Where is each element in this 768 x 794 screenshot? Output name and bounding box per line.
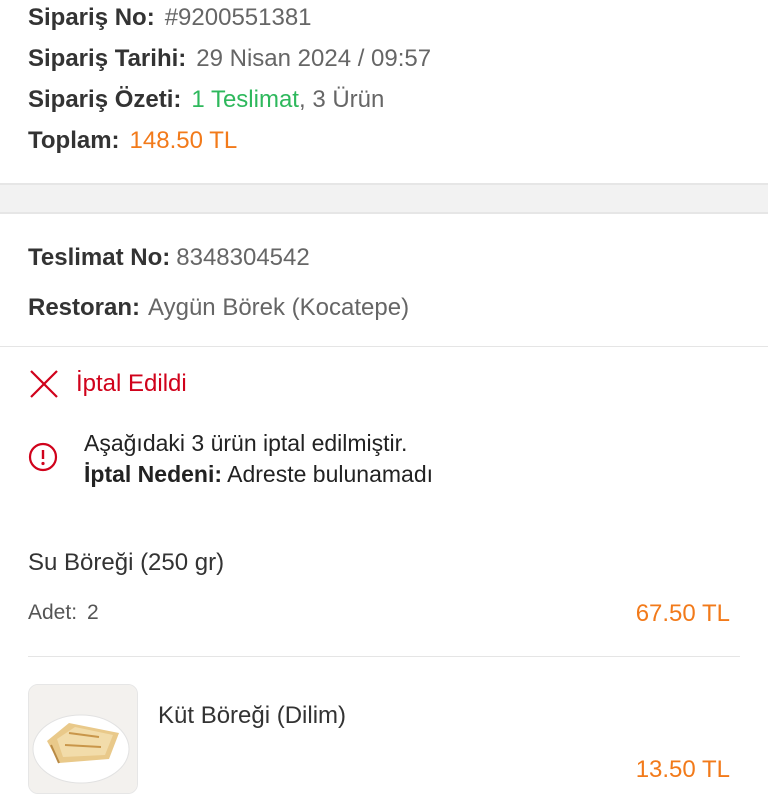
- item-name: Küt Böreği (Dilim): [158, 702, 347, 729]
- info-icon: [28, 442, 58, 472]
- cancel-info-text: Aşağıdaki 3 ürün iptal edilmiştir. İptal…: [84, 428, 433, 490]
- item-price: 13.50 TL: [635, 756, 730, 783]
- divider: [0, 346, 768, 347]
- order-date-value: 29 Nisan 2024 / 09:57: [196, 45, 432, 72]
- cancel-status-text: İptal Edildi: [76, 370, 187, 397]
- order-total-value: 148.50 TL: [129, 127, 238, 154]
- order-summary-label: Sipariş Özeti:: [28, 86, 182, 113]
- delivery-number-label: Teslimat No:: [28, 244, 171, 271]
- close-x-icon: [28, 368, 60, 400]
- order-summary-row: Sipariş Özeti: 1 Teslimat , 3 Ürün: [28, 86, 384, 114]
- item-name: Su Böreği (250 gr): [28, 549, 225, 576]
- order-date-row: Sipariş Tarihi: 29 Nisan 2024 / 09:57: [28, 45, 431, 73]
- cancel-reason: İptal Nedeni: Adreste bulunamadı: [84, 459, 433, 490]
- cancel-reason-value: Adreste bulunamadı: [227, 461, 433, 487]
- item-price: 67.50 TL: [635, 600, 730, 627]
- item-quantity-label: Adet:: [28, 601, 78, 624]
- order-number-row: Sipariş No: #9200551381: [28, 4, 312, 32]
- order-number-value: #9200551381: [164, 4, 312, 31]
- restaurant-row[interactable]: Restoran: Aygün Börek (Kocatepe): [28, 294, 409, 322]
- restaurant-value[interactable]: Aygün Börek (Kocatepe): [148, 294, 409, 322]
- cancel-status: İptal Edildi: [28, 368, 187, 400]
- order-total-label: Toplam:: [28, 127, 120, 154]
- cancel-reason-label: İptal Nedeni:: [84, 461, 223, 487]
- restaurant-label: Restoran:: [28, 294, 141, 321]
- item-quantity: Adet: 2: [28, 601, 99, 625]
- delivery-number-value: 8348304542: [176, 244, 310, 271]
- section-divider: [0, 183, 768, 214]
- item-divider: [28, 656, 740, 657]
- order-summary-items: , 3 Ürün: [298, 86, 385, 113]
- item-quantity-value: 2: [87, 601, 99, 624]
- order-date-label: Sipariş Tarihi:: [28, 45, 187, 72]
- cancel-info: Aşağıdaki 3 ürün iptal edilmiştir. İptal…: [28, 428, 433, 490]
- cancel-info-line: Aşağıdaki 3 ürün iptal edilmiştir.: [84, 430, 408, 456]
- product-image: [28, 684, 138, 794]
- order-summary-deliveries: 1 Teslimat: [191, 86, 299, 113]
- order-number-label: Sipariş No:: [28, 4, 155, 31]
- delivery-number-row: Teslimat No: 8348304542: [28, 244, 310, 272]
- order-total-row: Toplam: 148.50 TL: [28, 127, 237, 155]
